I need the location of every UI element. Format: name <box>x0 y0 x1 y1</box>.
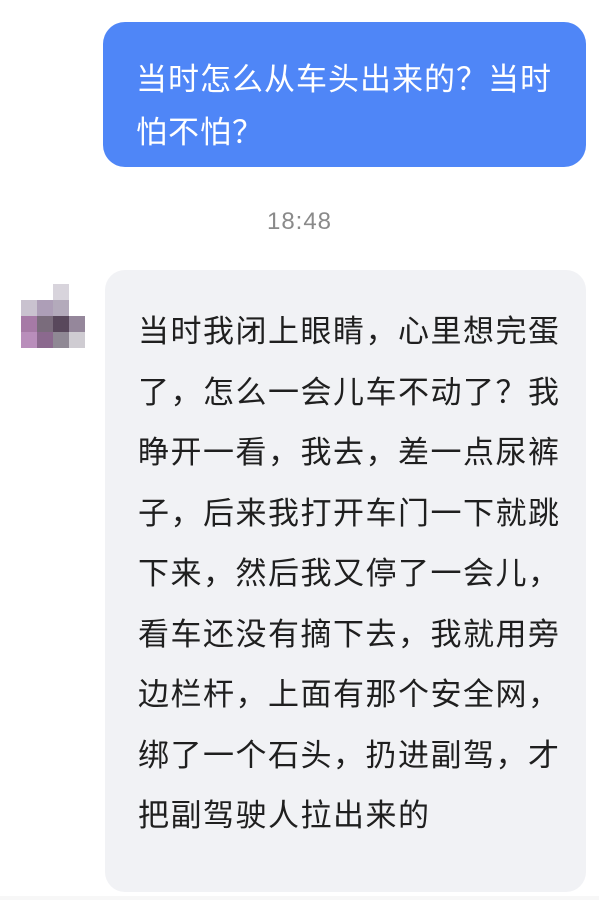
outgoing-message-bubble[interactable]: 当时怎么从车头出来的？当时怕不怕？ <box>103 22 586 167</box>
avatar[interactable] <box>21 284 85 348</box>
bottom-divider <box>0 896 599 900</box>
incoming-message-text: 当时我闭上眼睛，心里想完蛋了，怎么一会儿车不动了？我睁开一看，我去，差一点尿裤子… <box>138 314 561 834</box>
outgoing-message-text: 当时怎么从车头出来的？当时怕不怕？ <box>136 62 552 151</box>
message-timestamp: 18:48 <box>266 208 333 235</box>
incoming-message-bubble[interactable]: 当时我闭上眼睛，心里想完蛋了，怎么一会儿车不动了？我睁开一看，我去，差一点尿裤子… <box>105 270 586 892</box>
chat-area: 当时怎么从车头出来的？当时怕不怕？ 18:48 当时我闭上眼睛，心里想完蛋了，怎… <box>0 0 599 900</box>
